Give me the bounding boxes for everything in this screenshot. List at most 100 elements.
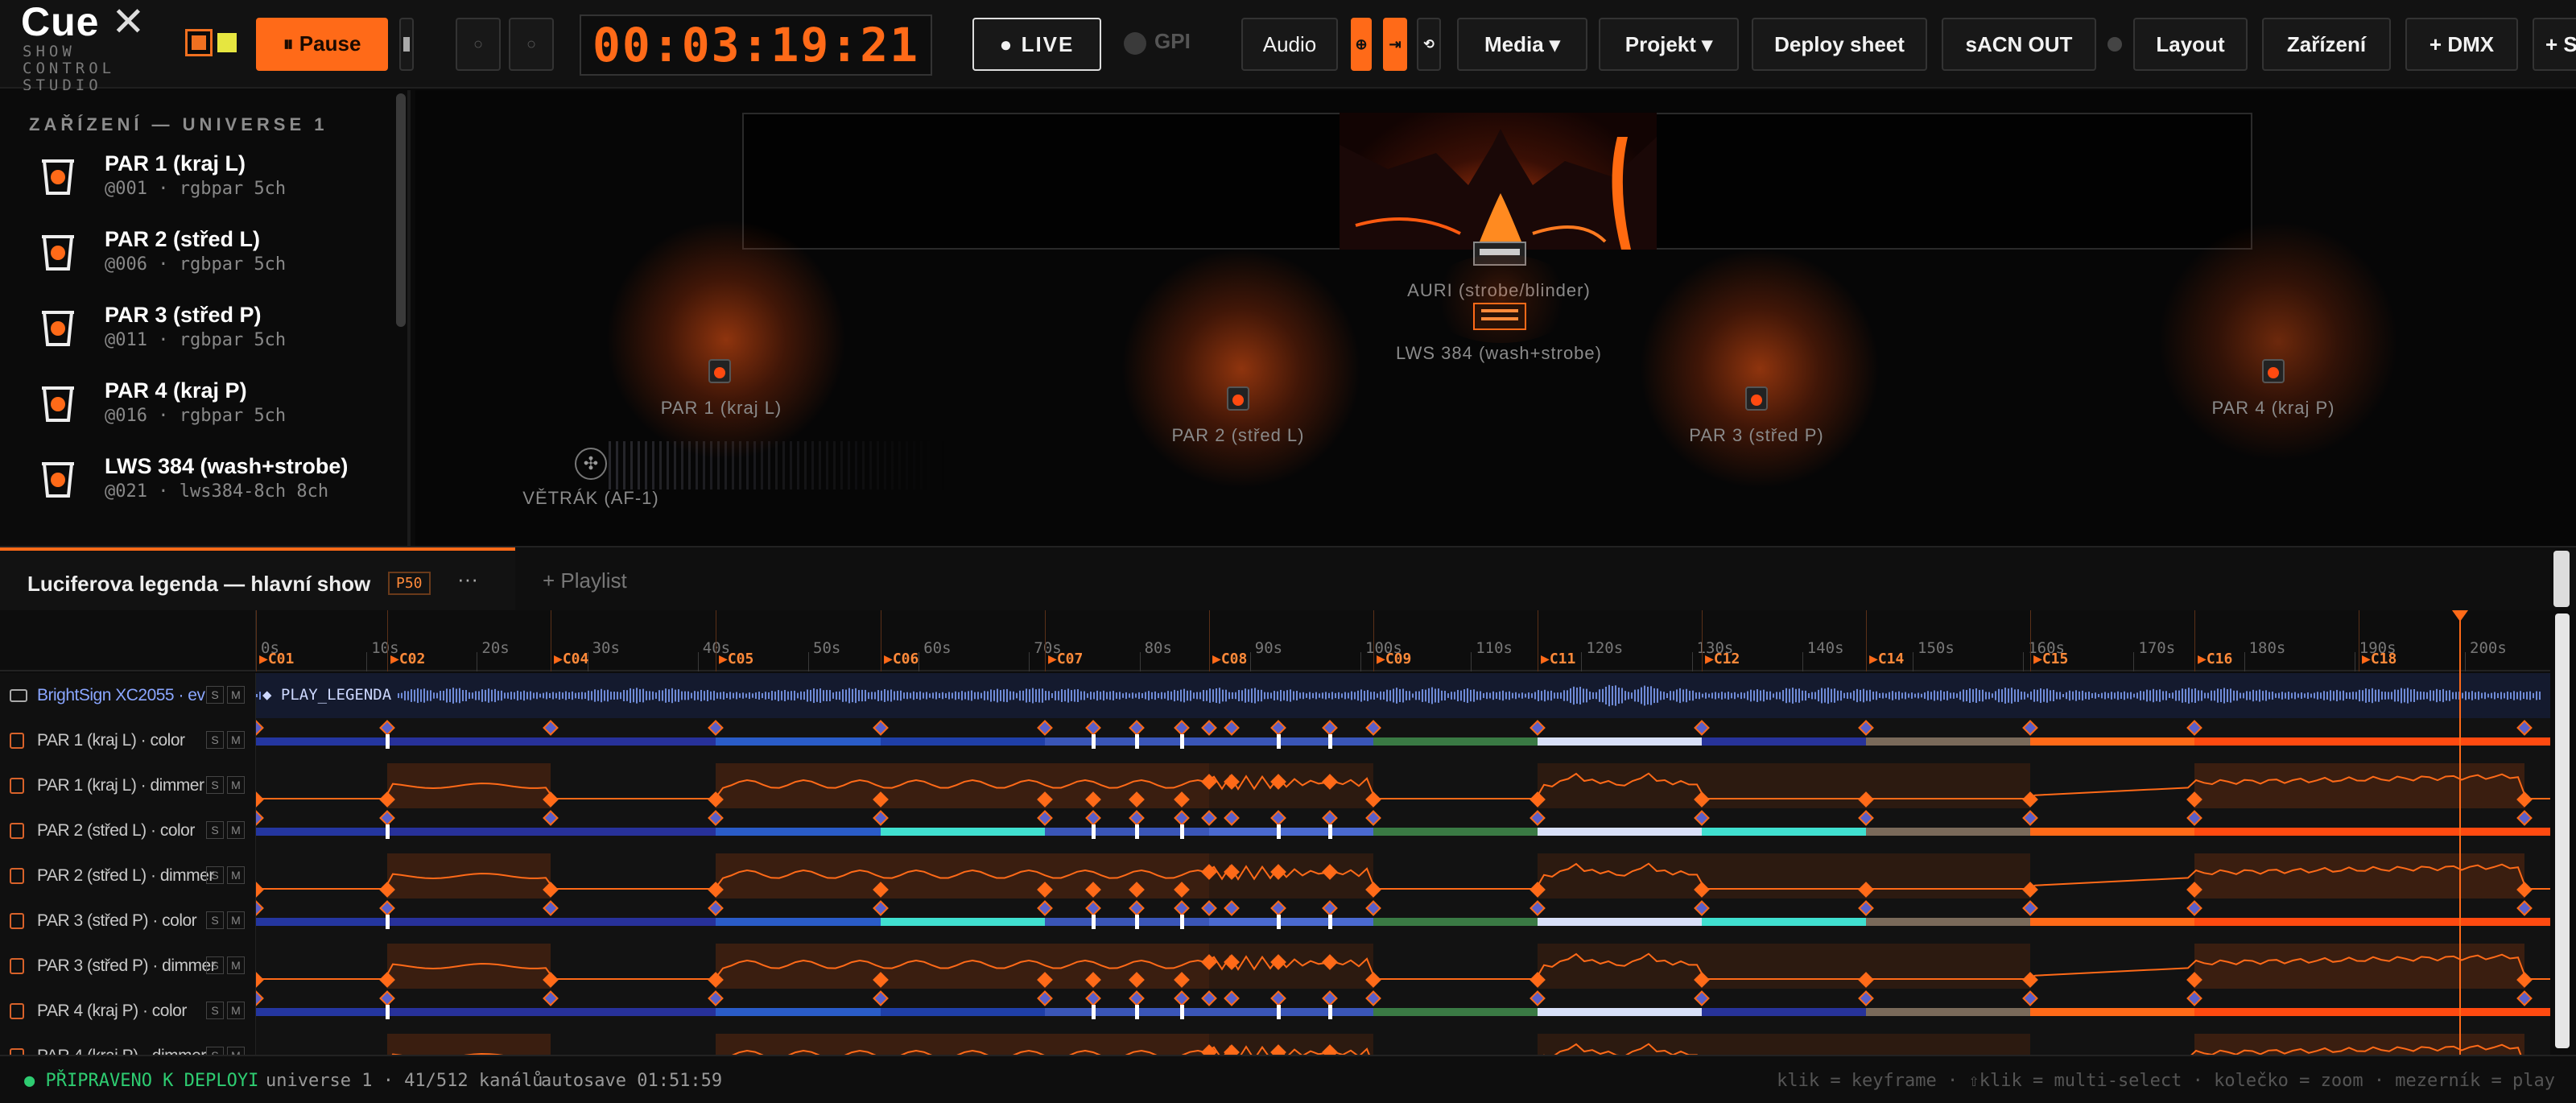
track-lane[interactable] bbox=[256, 718, 2550, 763]
par4-fixture-icon[interactable] bbox=[2262, 359, 2285, 383]
projekt-menu[interactable]: Projekt ▾ bbox=[1599, 18, 1739, 71]
follow-button[interactable]: ⇥ bbox=[1383, 18, 1407, 71]
cue-marker[interactable]: ▶C07 bbox=[1048, 651, 1083, 667]
mute-button[interactable]: M bbox=[227, 731, 245, 749]
color-swatch-yellow[interactable] bbox=[217, 33, 237, 52]
par2-label: PAR 2 (střed L) bbox=[1171, 425, 1305, 445]
par1-fixture-icon[interactable] bbox=[708, 359, 731, 383]
solo-button[interactable]: S bbox=[206, 776, 224, 794]
track-row[interactable]: PAR 1 (kraj L) · dimmer S M bbox=[0, 763, 2550, 808]
par3-fixture-icon[interactable] bbox=[1745, 386, 1768, 411]
fan-icon[interactable]: ✣ bbox=[575, 448, 607, 480]
cue-label: C04 bbox=[562, 651, 589, 667]
cue-marker[interactable]: ▶C05 bbox=[719, 651, 753, 667]
cue-marker[interactable]: ▶C12 bbox=[1705, 651, 1740, 667]
cue-marker[interactable]: ▶C15 bbox=[2033, 651, 2068, 667]
ruler-tick bbox=[1691, 652, 1693, 671]
track-lane[interactable] bbox=[256, 989, 2550, 1034]
playhead[interactable] bbox=[2452, 610, 2469, 1055]
audio-button[interactable]: Audio bbox=[1241, 18, 1338, 71]
device-address: @001 · rgbpar 5ch bbox=[105, 179, 287, 199]
show-tab[interactable]: Luciferova legenda — hlavní show P50 ··· bbox=[0, 547, 515, 612]
color-swatch-orange[interactable] bbox=[185, 29, 213, 56]
add-playlist-button[interactable]: + Playlist bbox=[543, 568, 627, 593]
snap-button[interactable]: ⊕ bbox=[1351, 18, 1372, 71]
track-lane[interactable] bbox=[256, 763, 2550, 808]
mute-button[interactable]: M bbox=[227, 1002, 245, 1019]
solo-button[interactable]: S bbox=[206, 821, 224, 839]
solo-button[interactable]: S bbox=[206, 731, 224, 749]
cue-marker[interactable]: ▶C01 bbox=[259, 651, 294, 667]
sidebar-device-item[interactable]: LWS 384 (wash+strobe) @021 · lws384-8ch … bbox=[0, 446, 386, 522]
pause-button[interactable]: ⏸ Pause bbox=[256, 18, 388, 71]
sidebar-device-item[interactable]: PAR 3 (střed P) @011 · rgbpar 5ch bbox=[0, 295, 386, 370]
sidebar-device-item[interactable]: PAR 4 (kraj P) @016 · rgbpar 5ch bbox=[0, 370, 386, 446]
track-row[interactable]: PAR 2 (střed L) · color S M bbox=[0, 808, 2550, 853]
mute-button[interactable]: M bbox=[227, 956, 245, 974]
media-menu[interactable]: Media ▾ bbox=[1457, 18, 1587, 71]
track-row[interactable]: PAR 3 (střed P) · color S M bbox=[0, 899, 2550, 944]
stop-button[interactable] bbox=[399, 18, 414, 71]
cue-marker[interactable]: ▶C08 bbox=[1212, 651, 1247, 667]
cue-marker[interactable]: ▶C18 bbox=[2362, 651, 2396, 667]
sidebar-scrollbar[interactable] bbox=[396, 93, 406, 327]
deploy-sheet-button[interactable]: Deploy sheet bbox=[1752, 18, 1927, 71]
solo-button[interactable]: S bbox=[206, 911, 224, 929]
track-row[interactable]: PAR 4 (kraj P) · color S M bbox=[0, 989, 2550, 1034]
par-can-icon bbox=[42, 462, 74, 498]
sidebar-device-item[interactable]: PAR 2 (střed L) @006 · rgbpar 5ch bbox=[0, 219, 386, 295]
par-can-icon bbox=[42, 311, 74, 346]
mute-button[interactable]: M bbox=[227, 911, 245, 929]
timeline-scrollbar[interactable] bbox=[2555, 613, 2570, 1048]
layout-button[interactable]: Layout bbox=[2133, 18, 2248, 71]
time-ruler[interactable]: 0s10s20s30s40s50s60s70s80s90s100s110s120… bbox=[256, 610, 2550, 671]
cue-marker[interactable]: ▶C14 bbox=[1869, 651, 1904, 667]
mute-button[interactable]: M bbox=[227, 776, 245, 794]
sacn-out-button[interactable]: sACN OUT bbox=[1942, 18, 2096, 71]
solo-button[interactable]: S bbox=[206, 866, 224, 884]
zarizeni-button[interactable]: Zařízení bbox=[2262, 18, 2391, 71]
next-button[interactable]: ○ bbox=[509, 18, 554, 71]
cue-marker[interactable]: ▶C02 bbox=[390, 651, 425, 667]
solo-button[interactable]: S bbox=[206, 686, 224, 704]
track-row[interactable]: PAR 1 (kraj L) · color S M bbox=[0, 718, 2550, 763]
par2-fixture-icon[interactable] bbox=[1227, 386, 1249, 411]
sidebar-device-item[interactable]: PAR 1 (kraj L) @001 · rgbpar 5ch bbox=[0, 143, 386, 219]
cue-marker[interactable]: ▶C09 bbox=[1377, 651, 1411, 667]
solo-button[interactable]: S bbox=[206, 956, 224, 974]
track-row[interactable]: PAR 3 (střed P) · dimmer S M bbox=[0, 944, 2550, 989]
mute-button[interactable]: M bbox=[227, 686, 245, 704]
projected-media-thumbnail bbox=[1340, 113, 1657, 250]
prev-button[interactable]: ○ bbox=[456, 18, 501, 71]
track-lane[interactable] bbox=[256, 853, 2550, 899]
show-more-button[interactable]: ··· bbox=[457, 567, 478, 592]
cue-marker[interactable]: ▶C11 bbox=[1541, 651, 1575, 667]
track-lane[interactable] bbox=[256, 944, 2550, 989]
cue-flag-icon: ▶ bbox=[1212, 651, 1221, 667]
track-lane[interactable] bbox=[256, 808, 2550, 853]
cue-line bbox=[2194, 610, 2195, 671]
cue-marker[interactable]: ▶C16 bbox=[2198, 651, 2232, 667]
add-dmx-button[interactable]: + DMX bbox=[2405, 18, 2518, 71]
ruler-tick bbox=[1471, 652, 1472, 671]
next-icon: ○ bbox=[526, 35, 537, 53]
live-button[interactable]: ● LIVE bbox=[972, 18, 1101, 71]
universe-status: universe 1 · 41/512 kanálů bbox=[266, 1071, 543, 1091]
track-header: PAR 3 (střed P) · color S M bbox=[0, 899, 256, 944]
solo-button[interactable]: S bbox=[206, 1002, 224, 1019]
media-clip[interactable]: ◆ PLAY_LEGENDA bbox=[256, 673, 2550, 718]
track-row[interactable]: PAR 2 (střed L) · dimmer S M bbox=[0, 853, 2550, 899]
cue-marker[interactable]: ▶C04 bbox=[554, 651, 588, 667]
show-title: Luciferova legenda — hlavní show bbox=[27, 572, 371, 596]
track-lane[interactable] bbox=[256, 899, 2550, 944]
cue-marker[interactable]: ▶C06 bbox=[884, 651, 919, 667]
mute-button[interactable]: M bbox=[227, 821, 245, 839]
more-button[interactable]: + S bbox=[2533, 18, 2576, 71]
mute-button[interactable]: M bbox=[227, 866, 245, 884]
cue-line bbox=[1866, 610, 1867, 671]
lws-fixture-icon[interactable] bbox=[1473, 303, 1526, 330]
loop-button[interactable]: ⟲ bbox=[1417, 18, 1441, 71]
arrow-right-bar-icon: ⇥ bbox=[1389, 35, 1402, 52]
top-scrollbar[interactable] bbox=[2553, 551, 2570, 607]
media-track-row[interactable]: BrightSign XC2055 · ev S M ◆ PLAY_LEGENDA bbox=[0, 673, 2550, 718]
